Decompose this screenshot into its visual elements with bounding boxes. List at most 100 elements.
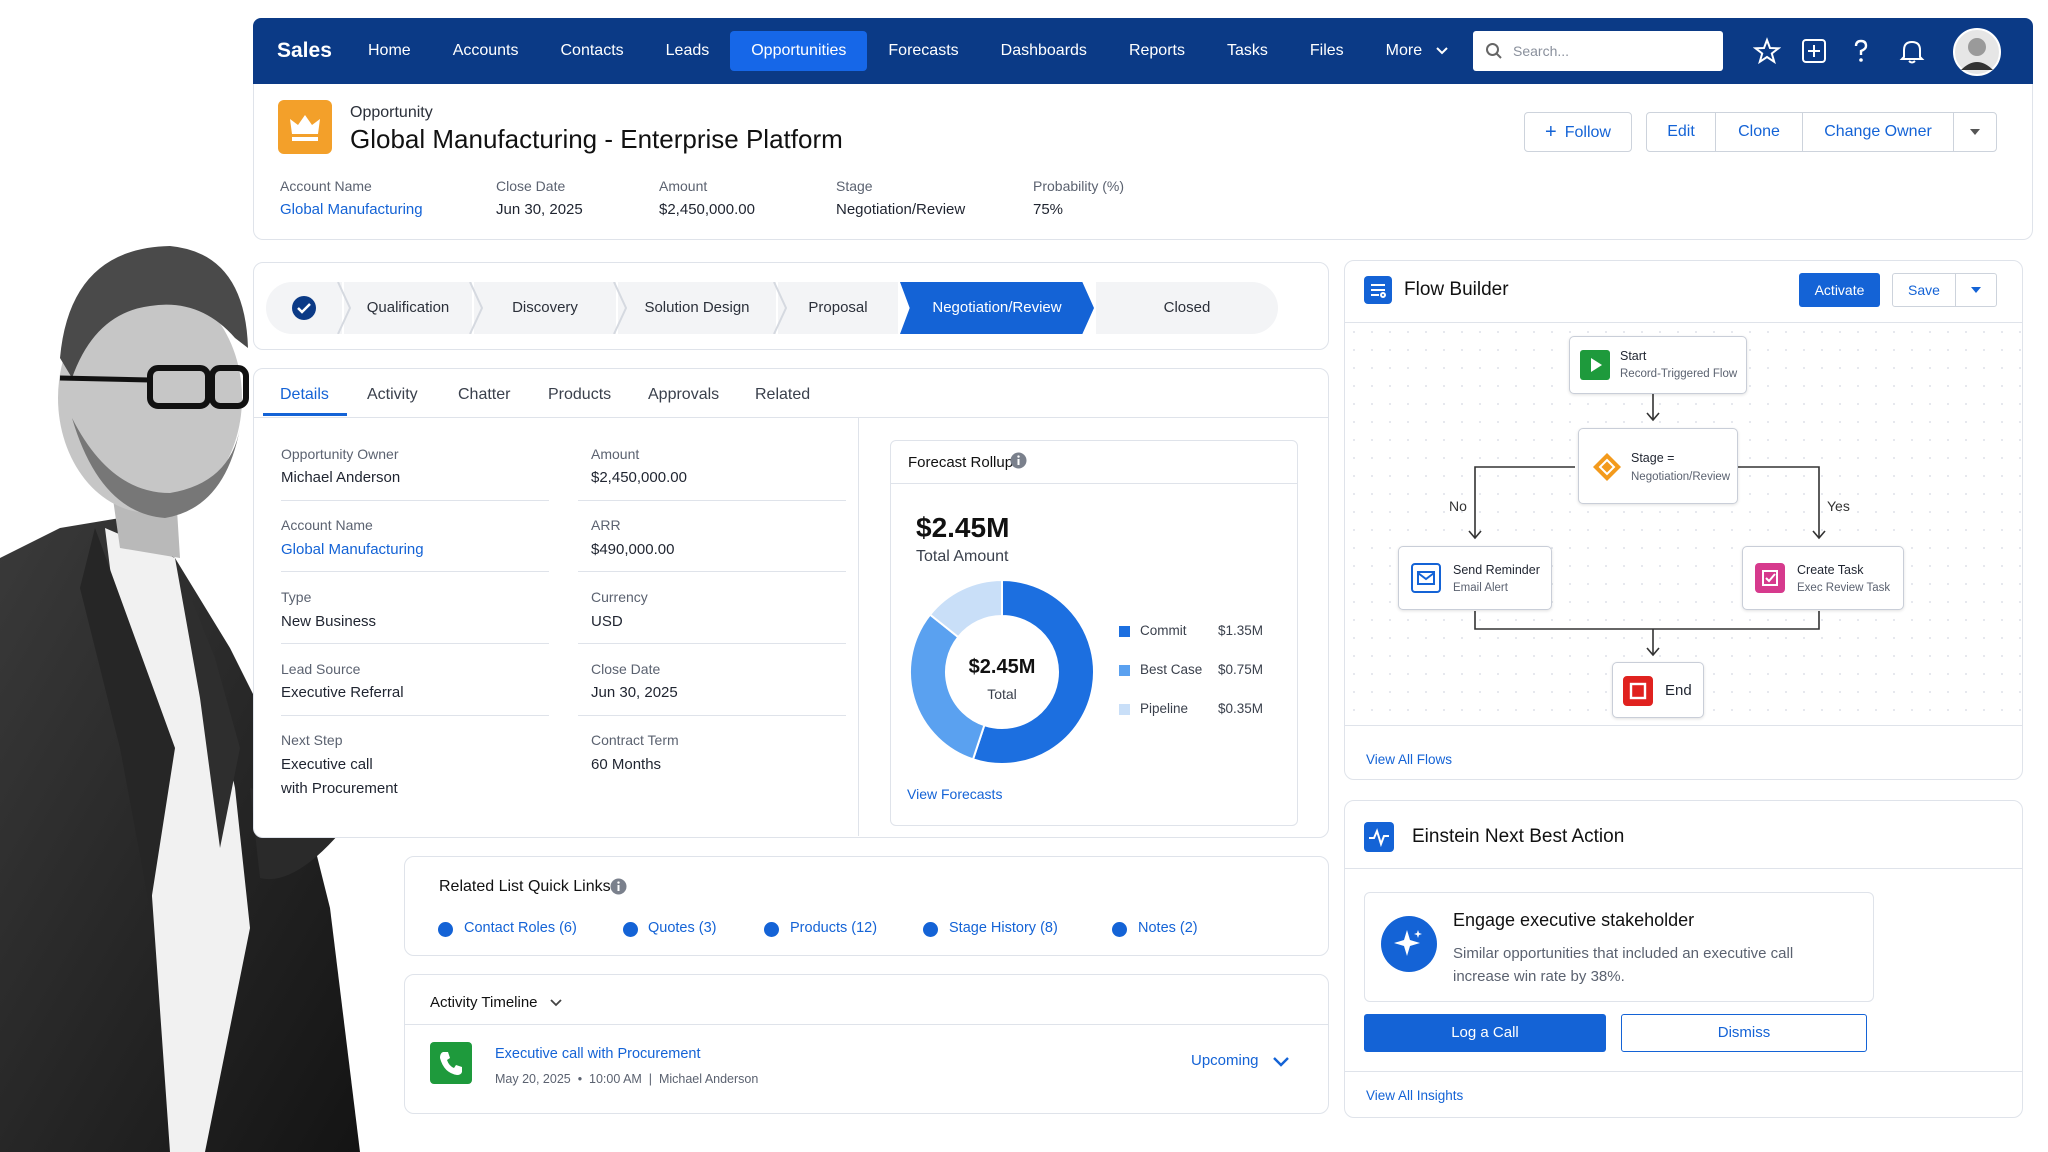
send-reminder-title: Send Reminder — [1453, 563, 1540, 577]
field-divider — [578, 715, 846, 716]
activate-button[interactable]: Activate — [1799, 273, 1880, 307]
activity-timeline-card — [404, 974, 1329, 1114]
flow-node-create-task[interactable]: Create Task Exec Review Task — [1742, 546, 1904, 610]
recommendation-text-line1: Similar opportunities that included an e… — [1453, 945, 1794, 962]
avatar[interactable] — [1953, 28, 2001, 76]
nav-tab-files[interactable]: Files — [1289, 31, 1365, 71]
quicklink-notes[interactable]: Notes (2) — [1138, 920, 1198, 936]
info-icon[interactable] — [1010, 452, 1027, 469]
field-next-step-line2: with Procurement — [281, 780, 398, 797]
flow-builder-icon — [1364, 276, 1392, 304]
forecast-big-value: $2.45M — [916, 512, 1010, 543]
nav-tab-dashboards[interactable]: Dashboards — [980, 31, 1108, 71]
timeline-item-title[interactable]: Executive call with Procurement — [495, 1046, 701, 1062]
nav-tab-contacts[interactable]: Contacts — [540, 31, 645, 71]
view-all-flows-link[interactable]: View All Flows — [1366, 752, 1452, 767]
field-label-lead-source: Lead Source — [281, 661, 361, 677]
field-divider — [578, 500, 846, 501]
donut-center-label: Total — [987, 686, 1017, 702]
star-icon[interactable] — [1753, 37, 1781, 65]
call-activity-icon — [430, 1042, 472, 1084]
sparkle-icon — [1381, 916, 1437, 972]
flow-builder-title: Flow Builder — [1404, 279, 1509, 300]
task-icon — [1755, 563, 1785, 593]
timeline-title[interactable]: Activity Timeline — [430, 994, 538, 1011]
field-label-close-date: Close Date — [591, 661, 661, 677]
quicklink-stage-history[interactable]: Stage History (8) — [949, 920, 1058, 936]
nav-tabs: Home Accounts Contacts Leads Opportuniti… — [347, 31, 1470, 71]
end-label: End — [1665, 682, 1692, 699]
field-label-currency: Currency — [591, 589, 648, 605]
plus-square-icon[interactable] — [1800, 37, 1828, 65]
object-label: Opportunity — [350, 104, 433, 121]
tab-approvals[interactable]: Approvals — [648, 386, 719, 404]
create-task-subtitle: Exec Review Task — [1797, 582, 1891, 594]
nav-tab-reports[interactable]: Reports — [1108, 31, 1206, 71]
flow-node-send-reminder[interactable]: Send Reminder Email Alert — [1398, 546, 1552, 610]
search-input[interactable] — [1513, 40, 1713, 62]
more-actions-button[interactable] — [1953, 112, 1997, 152]
tab-related[interactable]: Related — [755, 386, 810, 404]
change-owner-button[interactable]: Change Owner — [1802, 112, 1954, 152]
flow-node-end[interactable]: End — [1612, 662, 1704, 718]
tab-products[interactable]: Products — [548, 386, 611, 404]
save-button[interactable]: Save — [1892, 273, 1956, 307]
stop-icon — [1623, 676, 1653, 706]
highlight-stage: Negotiation/Review — [836, 201, 966, 218]
clone-button[interactable]: Clone — [1715, 112, 1803, 152]
highlight-amount: $2,450,000.00 — [659, 201, 755, 218]
info-icon[interactable] — [610, 878, 627, 895]
tab-chatter[interactable]: Chatter — [458, 386, 510, 404]
global-nav: Sales Home Accounts Contacts Leads Oppor… — [253, 18, 2033, 84]
chevron-down-icon[interactable] — [549, 996, 563, 1010]
field-label-amount: Amount — [591, 446, 640, 462]
record-header: Opportunity Global Manufacturing - Enter… — [253, 84, 2033, 240]
chevron-down-icon[interactable] — [1272, 1054, 1290, 1070]
caret-down-icon — [1970, 128, 1980, 135]
highlight-label-account: Account Name — [280, 178, 372, 194]
check-icon — [923, 922, 938, 937]
nav-tab-more[interactable]: More — [1365, 31, 1470, 71]
view-all-insights-link[interactable]: View All Insights — [1366, 1088, 1463, 1103]
crown-icon — [290, 115, 320, 141]
highlight-account-link[interactable]: Global Manufacturing — [280, 201, 423, 218]
dismiss-button[interactable]: Dismiss — [1621, 1014, 1867, 1052]
field-divider — [578, 571, 846, 572]
tab-details[interactable]: Details — [280, 386, 329, 404]
help-icon[interactable] — [1847, 37, 1875, 65]
quicklink-quotes[interactable]: Quotes (3) — [648, 920, 717, 936]
nav-tab-accounts[interactable]: Accounts — [432, 31, 540, 71]
tab-activity[interactable]: Activity — [367, 386, 418, 404]
quick-links-card — [404, 856, 1329, 956]
view-forecasts-link[interactable]: View Forecasts — [907, 786, 1002, 802]
play-icon — [1580, 350, 1610, 380]
save-options-button[interactable] — [1955, 273, 1997, 307]
global-search[interactable] — [1473, 31, 1723, 71]
log-a-call-button[interactable]: Log a Call — [1364, 1014, 1606, 1052]
bell-icon[interactable] — [1898, 37, 1926, 65]
check-icon — [438, 922, 453, 937]
nav-tab-leads[interactable]: Leads — [645, 31, 731, 71]
nav-tab-forecasts[interactable]: Forecasts — [867, 31, 979, 71]
decision-diamond-icon — [1593, 453, 1621, 481]
flow-node-start[interactable]: Start Record-Triggered Flow — [1569, 336, 1747, 394]
nav-tab-tasks[interactable]: Tasks — [1206, 31, 1289, 71]
follow-button[interactable]: + Follow — [1524, 112, 1632, 152]
chevron-down-icon — [1435, 47, 1448, 55]
edit-button[interactable]: Edit — [1646, 112, 1716, 152]
more-label: More — [1385, 42, 1423, 59]
quicklink-contact-roles[interactable]: Contact Roles (6) — [464, 920, 577, 936]
flow-footer-divider — [1345, 725, 2022, 726]
field-account-link[interactable]: Global Manufacturing — [281, 541, 424, 558]
record-title: Global Manufacturing - Enterprise Platfo… — [350, 124, 843, 154]
quicklink-products[interactable]: Products (12) — [790, 920, 877, 936]
timeline-status: Upcoming — [1191, 1052, 1259, 1069]
field-close-date: Jun 30, 2025 — [591, 684, 678, 701]
nav-tab-opportunities[interactable]: Opportunities — [730, 31, 868, 71]
opportunity-object-icon — [278, 100, 332, 154]
check-icon — [623, 922, 638, 937]
legend-value-best-case: $0.75M — [1218, 662, 1264, 677]
timeline-item-meta: May 20, 2025 • 10:00 AM | Michael Anders… — [495, 1072, 759, 1086]
flow-node-decision[interactable]: Stage = Negotiation/Review — [1578, 428, 1738, 504]
nav-tab-home[interactable]: Home — [347, 31, 432, 71]
